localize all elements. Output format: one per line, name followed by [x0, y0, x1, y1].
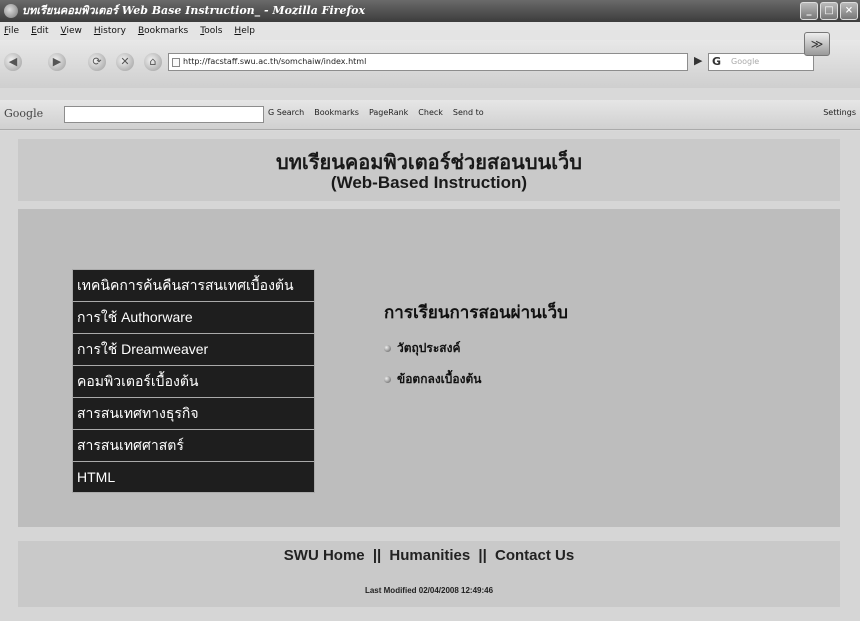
go-button[interactable]: ▶: [694, 54, 702, 67]
back-icon[interactable]: ◀: [4, 53, 22, 71]
menu-help[interactable]: Help: [234, 22, 255, 40]
google-toolbar: Google G Search Bookmarks PageRank Check…: [0, 100, 860, 130]
menu-item-info-science[interactable]: สารสนเทศศาสตร์: [72, 429, 315, 461]
google-search-button[interactable]: G Search: [268, 108, 304, 117]
url-bar[interactable]: http://facstaff.swu.ac.th/somchaiw/index…: [168, 53, 688, 71]
menu-tools[interactable]: Tools: [200, 22, 222, 40]
content-links: วัตถุประสงค์ ข้อตกลงเบื้องต้น: [384, 339, 481, 401]
navigation-toolbar: ◀ ▶ ⟳ ✕ ⌂ http://facstaff.swu.ac.th/somc…: [0, 32, 860, 88]
menu-bookmarks[interactable]: Bookmarks: [138, 22, 188, 40]
reload-icon[interactable]: ⟳: [88, 53, 106, 71]
footer-separator: ||: [478, 547, 487, 564]
google-toolbar-buttons: G Search Bookmarks PageRank Check Send t…: [268, 108, 484, 117]
course-menu: เทคนิคการค้นคืนสารสนเทศเบื้องต้น การใช้ …: [72, 269, 315, 493]
bullet-icon: [384, 345, 391, 352]
agreement-link[interactable]: ข้อตกลงเบื้องต้น: [397, 370, 481, 389]
home-icon[interactable]: ⌂: [144, 53, 162, 71]
page-title: บทเรียนคอมพิวเตอร์ช่วยสอนบนเว็บ: [276, 150, 582, 174]
page-icon: [172, 58, 180, 67]
content-heading: การเรียนการสอนผ่านเว็บ: [384, 303, 568, 323]
menu-item-html[interactable]: HTML: [72, 461, 315, 493]
settings-button[interactable]: Settings: [823, 108, 856, 117]
objectives-link[interactable]: วัตถุประสงค์: [397, 339, 461, 358]
menu-item-authorware[interactable]: การใช้ Authorware: [72, 301, 315, 333]
list-item[interactable]: วัตถุประสงค์: [384, 339, 481, 358]
stop-icon[interactable]: ✕: [116, 53, 134, 71]
menu-item-computer-basics[interactable]: คอมพิวเตอร์เบื้องต้น: [72, 365, 315, 397]
last-modified: Last Modified 02/04/2008 12:49:46: [364, 586, 494, 595]
swu-home-link[interactable]: SWU Home: [284, 547, 365, 564]
page-subtitle: (Web-Based Instruction): [330, 173, 528, 192]
maximize-button[interactable]: □: [820, 2, 838, 20]
google-engine-icon: G: [712, 55, 722, 68]
footer-links: SWU Home || Humanities || Contact Us: [18, 547, 840, 564]
menu-file[interactable]: File: [4, 22, 19, 40]
pagerank-button[interactable]: PageRank: [369, 108, 408, 117]
page-viewport: บทเรียนคอมพิวเตอร์ช่วยสอนบนเว็บ (Web-Bas…: [0, 131, 860, 621]
window-title-bar: บทเรียนคอมพิวเตอร์ Web Base Instruction_…: [0, 0, 860, 22]
footer-separator: ||: [372, 547, 382, 564]
menu-item-dreamweaver[interactable]: การใช้ Dreamweaver: [72, 333, 315, 365]
send-to-button[interactable]: Send to: [453, 108, 484, 117]
bookmarks-button[interactable]: Bookmarks: [314, 108, 359, 117]
google-logo: Google: [4, 107, 44, 120]
google-search-input[interactable]: [64, 106, 264, 123]
menu-edit[interactable]: Edit: [31, 22, 48, 40]
page-header: บทเรียนคอมพิวเตอร์ช่วยสอนบนเว็บ (Web-Bas…: [18, 139, 840, 201]
check-button[interactable]: Check: [418, 108, 443, 117]
search-placeholder: Google: [731, 57, 760, 66]
extension-icon[interactable]: ≫: [804, 32, 830, 56]
firefox-icon: [4, 4, 18, 18]
list-item[interactable]: ข้อตกลงเบื้องต้น: [384, 370, 481, 389]
main-content: เทคนิคการค้นคืนสารสนเทศเบื้องต้น การใช้ …: [18, 209, 840, 527]
menu-view[interactable]: View: [61, 22, 82, 40]
close-button[interactable]: ×: [840, 2, 858, 20]
contact-us-link[interactable]: Contact Us: [495, 547, 574, 564]
menu-item-business-info[interactable]: สารสนเทศทางธุรกิจ: [72, 397, 315, 429]
menu-item-retrieval[interactable]: เทคนิคการค้นคืนสารสนเทศเบื้องต้น: [72, 269, 315, 301]
minimize-button[interactable]: _: [800, 2, 818, 20]
forward-icon[interactable]: ▶: [48, 53, 66, 71]
window-controls: _ □ ×: [800, 2, 858, 20]
menu-history[interactable]: History: [94, 22, 126, 40]
page-footer: SWU Home || Humanities || Contact Us Las…: [18, 541, 840, 607]
window-title: บทเรียนคอมพิวเตอร์ Web Base Instruction_…: [22, 4, 366, 17]
humanities-link[interactable]: Humanities: [389, 547, 470, 564]
search-engine-input[interactable]: G Google: [708, 53, 814, 71]
url-text: http://facstaff.swu.ac.th/somchaiw/index…: [183, 57, 367, 66]
bullet-icon: [384, 376, 391, 383]
menu-bar: File Edit View History Bookmarks Tools H…: [0, 22, 860, 40]
